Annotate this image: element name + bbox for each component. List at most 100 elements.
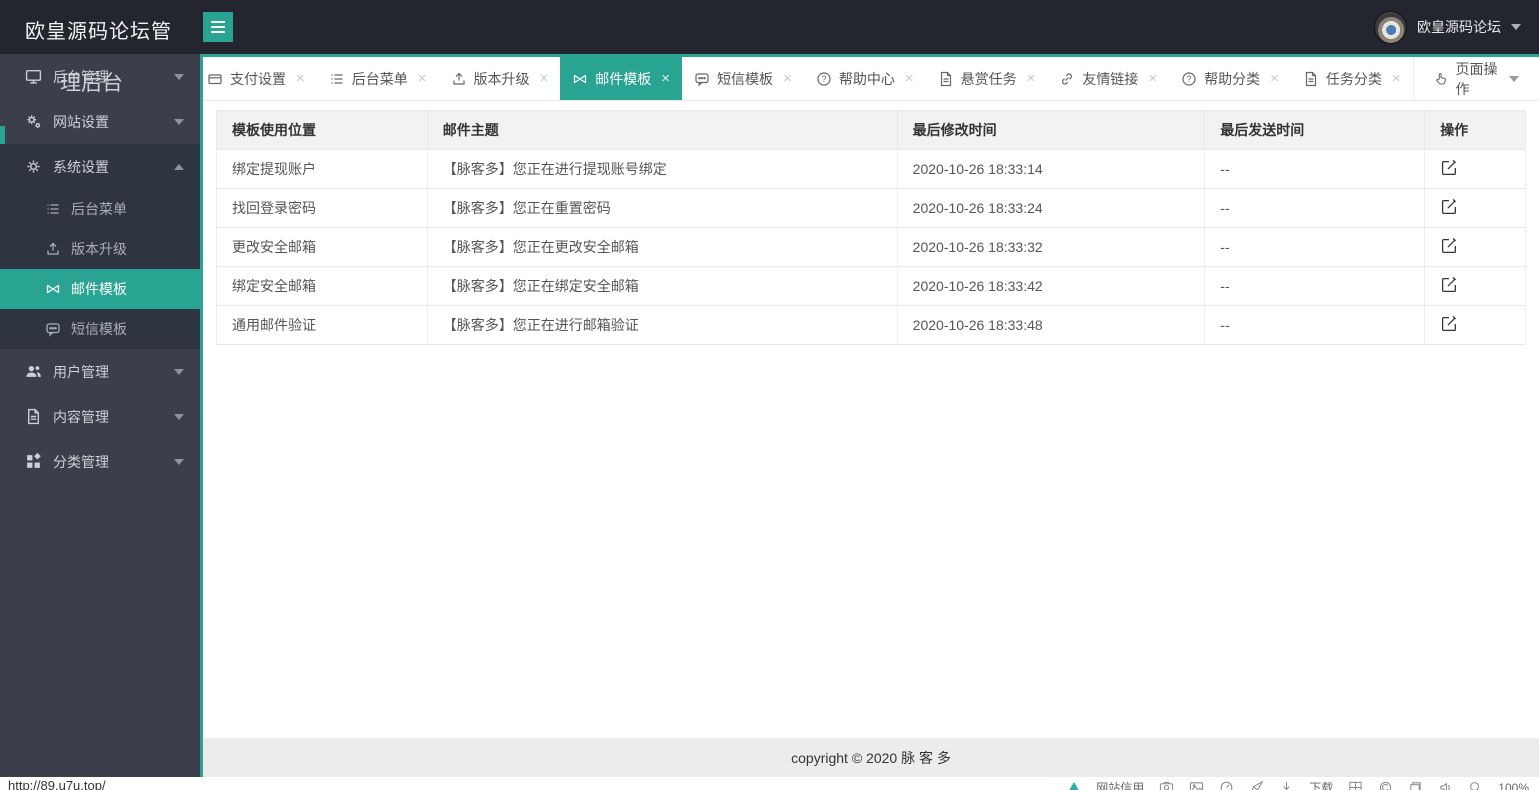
column-header: 最后修改时间 <box>897 111 1205 150</box>
tab-email-template[interactable]: 邮件模板 × <box>560 57 682 100</box>
sidebar-item-backend-menu[interactable]: 后台菜单 <box>0 189 200 229</box>
status-url: http://89.u7u.top/ <box>8 778 106 790</box>
sidebar-item-content-manage[interactable]: 内容管理 <box>0 394 200 439</box>
sent-time-cell: -- <box>1205 228 1425 267</box>
page-operations-label: 页面操作 <box>1455 59 1501 99</box>
table-row: 更改安全邮箱【脉客多】您正在更改安全邮箱2020-10-26 18:33:32-… <box>217 228 1526 267</box>
sidebar-item-user-manage[interactable]: 用户管理 <box>0 349 200 394</box>
sidebar-item-category-manage[interactable]: 分类管理 <box>0 439 200 484</box>
modified-time-cell: 2020-10-26 18:33:42 <box>897 267 1205 306</box>
tab-label: 悬赏任务 <box>961 69 1017 89</box>
tab-task-category[interactable]: 任务分类 × <box>1291 57 1413 100</box>
close-icon[interactable]: × <box>1148 71 1157 86</box>
sidebar-item-email-template[interactable]: 邮件模板 <box>0 269 200 309</box>
close-icon[interactable]: × <box>296 71 305 86</box>
tab-backend-menu[interactable]: 后台菜单× <box>317 57 439 100</box>
sidebar-item-system-settings[interactable]: 系统设置 <box>0 144 200 189</box>
zoom-search-icon <box>1468 780 1483 790</box>
mail-subject-cell: 【脉客多】您正在更改安全邮箱 <box>427 228 897 267</box>
svg-text:?: ? <box>821 74 826 84</box>
close-icon[interactable]: × <box>1270 71 1279 86</box>
site-credit-label[interactable]: 网站信用 <box>1096 779 1144 790</box>
speed-icon <box>1219 780 1234 790</box>
column-header: 模板使用位置 <box>217 111 428 150</box>
mode-icon <box>1378 780 1393 790</box>
column-header: 最后发送时间 <box>1205 111 1425 150</box>
tab-payment-settings[interactable]: 支付设置 × <box>203 57 317 100</box>
template-position-cell: 找回登录密码 <box>217 189 428 228</box>
mail-subject-cell: 【脉客多】您正在绑定安全邮箱 <box>427 267 897 306</box>
edit-button[interactable] <box>1440 276 1458 294</box>
edit-button[interactable] <box>1440 198 1458 216</box>
sent-time-cell: -- <box>1205 150 1425 189</box>
tab-label: 任务分类 <box>1326 69 1382 89</box>
sidebar-item-site-settings[interactable]: 网站设置 <box>0 99 200 144</box>
sidebar-item-label: 短信模板 <box>71 319 127 339</box>
template-position-cell: 通用邮件验证 <box>217 306 428 345</box>
modified-time-cell: 2020-10-26 18:33:14 <box>897 150 1205 189</box>
column-header: 邮件主题 <box>427 111 897 150</box>
window-icon <box>1408 780 1423 790</box>
user-menu[interactable]: 欧皇源码论坛 <box>1374 0 1521 54</box>
top-header: 欧皇源码论坛管 欧皇源码论坛 <box>0 0 1539 54</box>
close-icon[interactable]: × <box>540 71 549 86</box>
sidebar-item-sms-template[interactable]: 短信模板 <box>0 309 200 349</box>
tab-friend-links[interactable]: 友情链接 × <box>1047 57 1169 100</box>
zoom-level[interactable]: 100% <box>1498 781 1529 790</box>
edit-button[interactable] <box>1440 237 1458 255</box>
tab-help-center[interactable]: ?帮助中心× <box>804 57 926 100</box>
tab-reward-task[interactable]: 悬赏任务 × <box>926 57 1048 100</box>
pay-icon <box>207 71 223 87</box>
help-icon: ? <box>816 71 832 87</box>
mail-icon <box>572 71 588 87</box>
template-position-cell: 绑定提现账户 <box>217 150 428 189</box>
chevron-down-icon <box>174 369 184 375</box>
operation-cell <box>1425 189 1526 228</box>
mail-subject-cell: 【脉客多】您正在重置密码 <box>427 189 897 228</box>
download-label[interactable]: 下载 <box>1309 779 1333 790</box>
close-icon[interactable]: × <box>783 71 792 86</box>
chevron-down-icon <box>174 119 184 125</box>
sidebar-item-label: 后台管理 <box>53 67 109 87</box>
sidebar-item-version-upgrade[interactable]: 版本升级 <box>0 229 200 269</box>
tab-sms-template[interactable]: 短信模板 × <box>682 57 804 100</box>
tab-label: 短信模板 <box>717 69 773 89</box>
close-icon[interactable]: × <box>661 71 670 86</box>
sidebar-item-backend-manage[interactable]: 后台管理理后台 <box>0 54 200 99</box>
close-icon[interactable]: × <box>418 71 427 86</box>
table-row: 绑定提现账户【脉客多】您正在进行提现账号绑定2020-10-26 18:33:1… <box>217 150 1526 189</box>
sidebar-item-label: 分类管理 <box>53 452 109 472</box>
tab-label: 支付设置 <box>230 69 286 89</box>
sidebar-item-label: 邮件模板 <box>71 279 127 299</box>
browser-logo[interactable] <box>1067 782 1081 790</box>
modified-time-cell: 2020-10-26 18:33:24 <box>897 189 1205 228</box>
mail-subject-cell: 【脉客多】您正在进行邮箱验证 <box>427 306 897 345</box>
close-icon[interactable]: × <box>1392 71 1401 86</box>
edit-button[interactable] <box>1440 159 1458 177</box>
email-template-table: 模板使用位置邮件主题最后修改时间最后发送时间操作 绑定提现账户【脉客多】您正在进… <box>216 110 1526 345</box>
operation-cell <box>1425 150 1526 189</box>
operation-cell <box>1425 306 1526 345</box>
download-arrow-icon <box>1279 780 1294 790</box>
doc-icon <box>938 71 954 87</box>
edit-button[interactable] <box>1440 315 1458 333</box>
close-icon[interactable]: × <box>905 71 914 86</box>
main-area: 支付设置×后台菜单×版本升级×邮件模板×短信模板×?帮助中心×悬赏任务×友情链接… <box>203 54 1539 777</box>
tab-label: 邮件模板 <box>595 69 651 89</box>
page-operations-dropdown[interactable]: 页面操作 <box>1413 57 1539 100</box>
tab-label: 友情链接 <box>1082 69 1138 89</box>
tab-label: 帮助分类 <box>1204 69 1260 89</box>
tab-help-category[interactable]: ?帮助分类× <box>1169 57 1291 100</box>
operation-cell <box>1425 228 1526 267</box>
close-icon[interactable]: × <box>1027 71 1036 86</box>
tab-version-upgrade[interactable]: 版本升级× <box>439 57 561 100</box>
apps-grid-icon <box>1348 780 1363 790</box>
hamburger-menu-button[interactable] <box>203 12 233 42</box>
chevron-down-icon <box>174 459 184 465</box>
monitor-icon <box>25 68 42 85</box>
link-icon <box>1059 71 1075 87</box>
table-row: 找回登录密码【脉客多】您正在重置密码2020-10-26 18:33:24-- <box>217 189 1526 228</box>
sent-time-cell: -- <box>1205 189 1425 228</box>
mail-icon <box>45 281 61 297</box>
content-panel: 模板使用位置邮件主题最后修改时间最后发送时间操作 绑定提现账户【脉客多】您正在进… <box>203 101 1539 738</box>
